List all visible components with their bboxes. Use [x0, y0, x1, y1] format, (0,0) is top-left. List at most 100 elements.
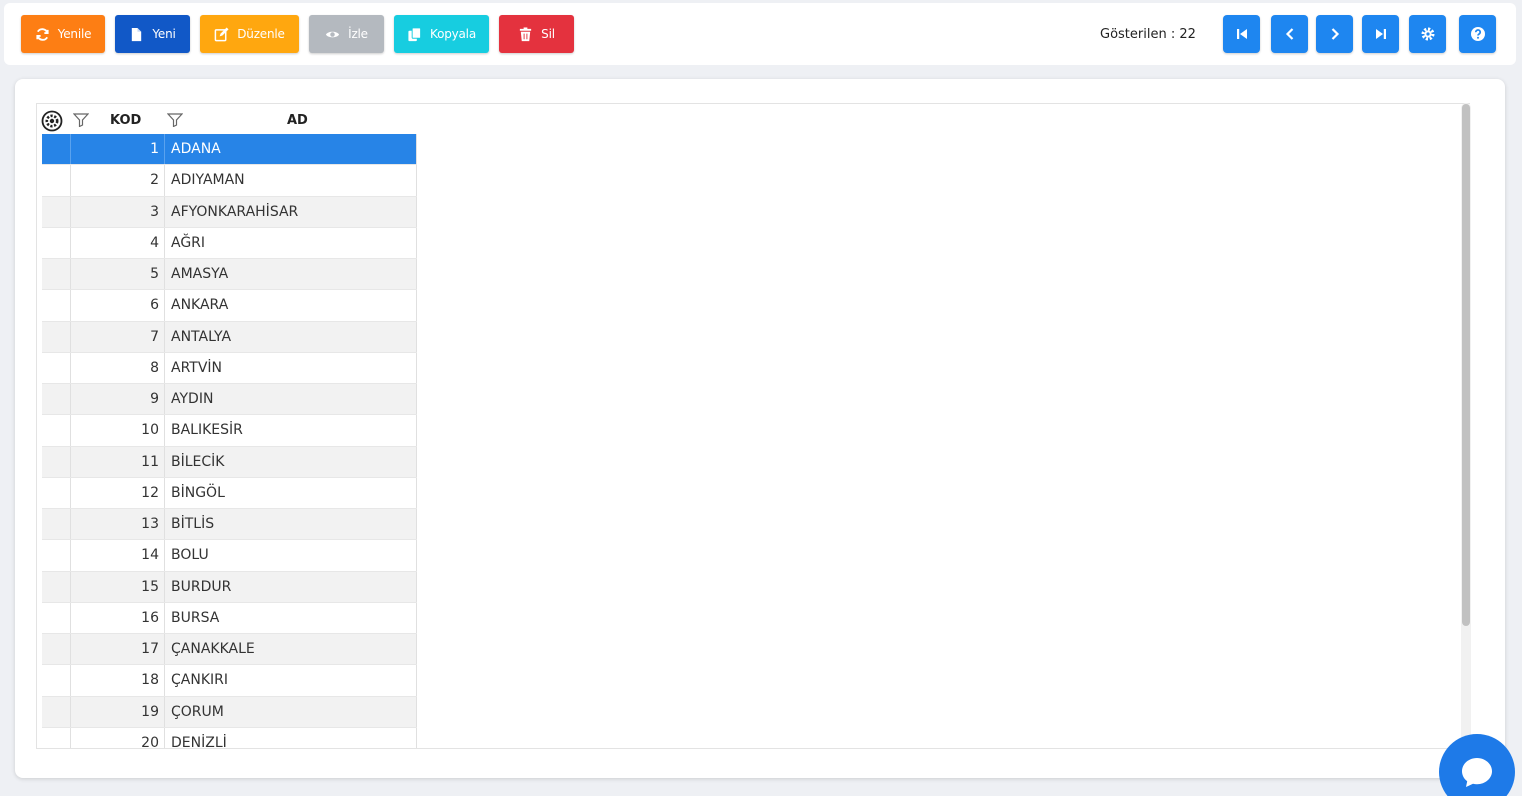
edit-icon — [214, 26, 229, 41]
table-row[interactable]: 12 BİNGÖL — [42, 477, 417, 509]
row-selector[interactable] — [42, 134, 71, 165]
row-selector[interactable] — [42, 352, 71, 383]
cell-kod: 13 — [71, 509, 165, 540]
copy-label: Kopyala — [430, 27, 476, 41]
help-button[interactable] — [1459, 15, 1496, 53]
row-selector[interactable] — [42, 196, 71, 227]
table-row[interactable]: 10 BALIKESİR — [42, 415, 417, 447]
last-page-button[interactable] — [1362, 15, 1399, 53]
cell-kod: 10 — [71, 415, 165, 446]
cell-kod: 14 — [71, 540, 165, 571]
table-row[interactable]: 18 ÇANKIRI — [42, 665, 417, 697]
cell-ad: BOLU — [165, 540, 417, 571]
cell-kod: 1 — [71, 134, 165, 165]
cell-kod: 12 — [71, 477, 165, 508]
row-selector[interactable] — [42, 477, 71, 508]
row-selector[interactable] — [42, 259, 71, 290]
toolbar: Yenile Yeni Düzenle İzle Kopyala Sil Gös… — [4, 3, 1516, 65]
table-row[interactable]: 19 ÇORUM — [42, 696, 417, 728]
row-selector[interactable] — [42, 509, 71, 540]
cell-kod: 3 — [71, 196, 165, 227]
table-row[interactable]: 16 BURSA — [42, 602, 417, 634]
table-row[interactable]: 2 ADIYAMAN — [42, 165, 417, 197]
next-page-button[interactable] — [1316, 15, 1353, 53]
cell-ad: AMASYA — [165, 259, 417, 290]
row-selector[interactable] — [42, 384, 71, 415]
cell-kod: 20 — [71, 727, 165, 748]
cell-ad: BİLECİK — [165, 446, 417, 477]
cell-ad: ARTVİN — [165, 352, 417, 383]
previous-page-icon — [1285, 28, 1293, 40]
cell-kod: 18 — [71, 665, 165, 696]
row-selector[interactable] — [42, 290, 71, 321]
cell-ad: ADANA — [165, 134, 417, 165]
kod-filter-icon[interactable] — [73, 113, 89, 127]
cell-ad: ADIYAMAN — [165, 165, 417, 196]
table-row[interactable]: 15 BURDUR — [42, 571, 417, 603]
eye-icon — [326, 31, 340, 37]
row-selector[interactable] — [42, 696, 71, 727]
row-selector[interactable] — [42, 602, 71, 633]
cell-kod: 2 — [71, 165, 165, 196]
table-row[interactable]: 1 ADANA — [42, 134, 417, 166]
cell-ad: ANKARA — [165, 290, 417, 321]
cell-kod: 19 — [71, 696, 165, 727]
delete-label: Sil — [541, 27, 555, 41]
table-row[interactable]: 3 AFYONKARAHİSAR — [42, 196, 417, 228]
table-row[interactable]: 14 BOLU — [42, 540, 417, 572]
cell-kod: 6 — [71, 290, 165, 321]
row-selector[interactable] — [42, 540, 71, 571]
copy-icon — [408, 26, 422, 41]
row-selector[interactable] — [42, 571, 71, 602]
cell-ad: AYDIN — [165, 384, 417, 415]
cell-ad: ÇANKIRI — [165, 665, 417, 696]
table-row[interactable]: 5 AMASYA — [42, 259, 417, 291]
help-icon — [1470, 27, 1485, 41]
row-selector[interactable] — [42, 446, 71, 477]
cell-ad: BİTLİS — [165, 509, 417, 540]
table-row[interactable]: 13 BİTLİS — [42, 509, 417, 541]
ad-filter-icon[interactable] — [167, 113, 183, 127]
row-selector[interactable] — [42, 165, 71, 196]
cell-ad: BALIKESİR — [165, 415, 417, 446]
copy-button[interactable]: Kopyala — [394, 15, 489, 53]
row-selector[interactable] — [42, 321, 71, 352]
column-settings-icon[interactable] — [41, 110, 63, 132]
trash-icon — [520, 26, 532, 41]
settings-button[interactable] — [1409, 15, 1446, 53]
delete-button[interactable]: Sil — [499, 15, 574, 53]
column-header-ad[interactable]: AD — [287, 113, 308, 128]
row-selector[interactable] — [42, 415, 71, 446]
cell-ad: ANTALYA — [165, 321, 417, 352]
table-row[interactable]: 9 AYDIN — [42, 384, 417, 416]
new-file-icon — [132, 27, 142, 41]
table-row[interactable]: 7 ANTALYA — [42, 321, 417, 353]
cell-kod: 15 — [71, 571, 165, 602]
table-row[interactable]: 6 ANKARA — [42, 290, 417, 322]
cell-kod: 5 — [71, 259, 165, 290]
table-row[interactable]: 20 DENİZLİ — [42, 727, 417, 748]
row-selector[interactable] — [42, 634, 71, 665]
row-selector[interactable] — [42, 227, 71, 258]
table-row[interactable]: 8 ARTVİN — [42, 352, 417, 384]
new-button[interactable]: Yeni — [115, 15, 190, 53]
vertical-scrollbar[interactable] — [1461, 103, 1471, 749]
refresh-label: Yenile — [57, 27, 92, 41]
previous-page-button[interactable] — [1271, 15, 1308, 53]
cell-ad: DENİZLİ — [165, 727, 417, 748]
view-button[interactable]: İzle — [309, 15, 384, 53]
record-count: Gösterilen : 22 — [1100, 27, 1196, 42]
scrollbar-thumb[interactable] — [1462, 104, 1470, 626]
table-row[interactable]: 4 AĞRI — [42, 227, 417, 259]
refresh-button[interactable]: Yenile — [21, 15, 105, 53]
cell-ad: AFYONKARAHİSAR — [165, 196, 417, 227]
row-selector[interactable] — [42, 727, 71, 748]
table-row[interactable]: 17 ÇANAKKALE — [42, 634, 417, 666]
column-header-kod[interactable]: KOD — [110, 113, 141, 128]
first-page-button[interactable] — [1223, 15, 1260, 53]
table-row[interactable]: 11 BİLECİK — [42, 446, 417, 478]
edit-button[interactable]: Düzenle — [200, 15, 299, 53]
next-page-icon — [1331, 28, 1339, 40]
row-selector[interactable] — [42, 665, 71, 696]
cell-kod: 16 — [71, 602, 165, 633]
